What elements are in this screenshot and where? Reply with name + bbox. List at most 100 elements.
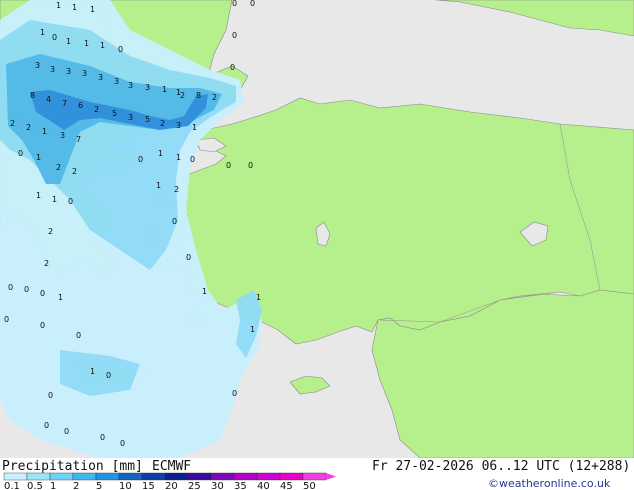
precip-value: 0	[226, 161, 231, 170]
precip-value: 1	[100, 41, 105, 50]
precip-value: 3	[98, 73, 103, 82]
legend-label: 45	[280, 481, 293, 490]
precip-value: 1	[56, 1, 61, 10]
precip-value: 0	[172, 217, 177, 226]
footer-datetime: Fr 27-02-2026 06..12 UTC (12+288)	[372, 459, 630, 474]
precip-value: 3	[50, 65, 55, 74]
precip-value: 0	[190, 155, 195, 164]
legend-swatch	[118, 472, 143, 481]
precip-value: 0	[248, 161, 253, 170]
legend-label: 0.5	[27, 481, 43, 490]
legend-label: 0.1	[4, 481, 20, 490]
legend-label: 5	[96, 481, 102, 490]
precip-value: 2	[160, 119, 165, 128]
precip-value: 1	[58, 293, 63, 302]
legend-swatch	[187, 472, 212, 481]
legend-bar: 0.1 0.5 1 2 5 10 15 20 25 30 35 40 45 50	[3, 472, 336, 490]
precip-value: 0	[40, 321, 45, 330]
legend-label: 2	[73, 481, 79, 490]
legend-swatch	[256, 472, 281, 481]
precip-value: 0	[4, 315, 9, 324]
precip-value: 1	[158, 149, 163, 158]
precip-value: 0	[44, 421, 49, 430]
precip-value: 2	[26, 123, 31, 132]
precip-value: 3	[66, 67, 71, 76]
precip-value: 4	[46, 95, 51, 104]
precip-value: 1	[66, 37, 71, 46]
legend-swatch	[141, 472, 166, 481]
footer: Precipitation [mm] ECMWF Fr 27-02-2026 0…	[0, 458, 634, 490]
legend-swatch	[164, 472, 189, 481]
precip-value: 8	[196, 91, 201, 100]
legend-label: 40	[257, 481, 270, 490]
precip-value: 0	[40, 289, 45, 298]
precip-value: 5	[112, 109, 117, 118]
legend-swatch	[72, 472, 97, 481]
precip-value: 1	[250, 325, 255, 334]
precip-value: 2	[180, 91, 185, 100]
legend-label: 25	[188, 481, 201, 490]
precip-value: 0	[138, 155, 143, 164]
precip-value: 1	[156, 181, 161, 190]
precip-value: 0	[48, 391, 53, 400]
precip-value: 0	[24, 285, 29, 294]
precip-value: 2	[174, 185, 179, 194]
precip-value: 1	[202, 287, 207, 296]
precip-value: 0	[232, 31, 237, 40]
precip-value: 2	[72, 167, 77, 176]
precip-value: 1	[176, 153, 181, 162]
precip-value: 0	[68, 197, 73, 206]
precip-value: 0	[230, 63, 235, 72]
precip-value: 1	[42, 127, 47, 136]
precip-value: 1	[36, 191, 41, 200]
precip-value: 3	[35, 61, 40, 70]
precip-value: 2	[44, 259, 49, 268]
precip-value: 2	[10, 119, 15, 128]
precip-value: 1	[90, 5, 95, 14]
legend-label: 15	[142, 481, 155, 490]
precip-value: 0	[232, 0, 237, 8]
precip-value: 0	[120, 439, 125, 448]
precip-value: 8	[30, 91, 35, 100]
precip-value: 1	[52, 195, 57, 204]
precip-value: 0	[232, 389, 237, 398]
precip-value: 6	[78, 101, 83, 110]
precip-value: 0	[186, 253, 191, 262]
precip-value: 0	[76, 331, 81, 340]
legend-swatch	[49, 472, 74, 481]
legend-label: 30	[211, 481, 224, 490]
precip-value: 1	[84, 39, 89, 48]
precip-value: 0	[250, 0, 255, 8]
precip-value: 2	[56, 163, 61, 172]
precip-value: 2	[94, 105, 99, 114]
precip-value: 0	[18, 149, 23, 158]
precip-value: 3	[82, 69, 87, 78]
precip-value: 2	[212, 93, 217, 102]
legend-swatch	[302, 472, 327, 481]
precip-value: 1	[90, 367, 95, 376]
precip-value: 1	[192, 123, 197, 132]
legend-swatch	[210, 472, 235, 481]
precip-value: 0	[8, 283, 13, 292]
legend-swatch	[279, 472, 304, 481]
precip-value: 3	[128, 81, 133, 90]
legend-label: 35	[234, 481, 247, 490]
precipitation-map: 1110010111003333333311028284762535231221…	[0, 0, 634, 490]
precip-value: 1	[36, 153, 41, 162]
precip-value: 7	[62, 99, 67, 108]
precip-value: 0	[64, 427, 69, 436]
precip-value: 3	[145, 83, 150, 92]
footer-title: Precipitation [mm]	[2, 459, 143, 474]
precip-value: 3	[114, 77, 119, 86]
precip-value: 0	[52, 33, 57, 42]
legend-label: 50	[303, 481, 316, 490]
precip-value: 7	[76, 135, 81, 144]
legend-label: 20	[165, 481, 178, 490]
precip-value: 0	[100, 433, 105, 442]
precip-value: 1	[162, 85, 167, 94]
precip-value: 3	[176, 121, 181, 130]
footer-credit: ©weatheronline.co.uk	[488, 477, 611, 490]
legend-label: 1	[50, 481, 56, 490]
map-canvas: 1 1 10 010 1 1 1 003 3 3 3 3 3 3 3 1 102 8 28 4 7 6 2 5 3 5 2 3 12 2 1…	[0, 0, 634, 490]
precip-value: 5	[145, 115, 150, 124]
